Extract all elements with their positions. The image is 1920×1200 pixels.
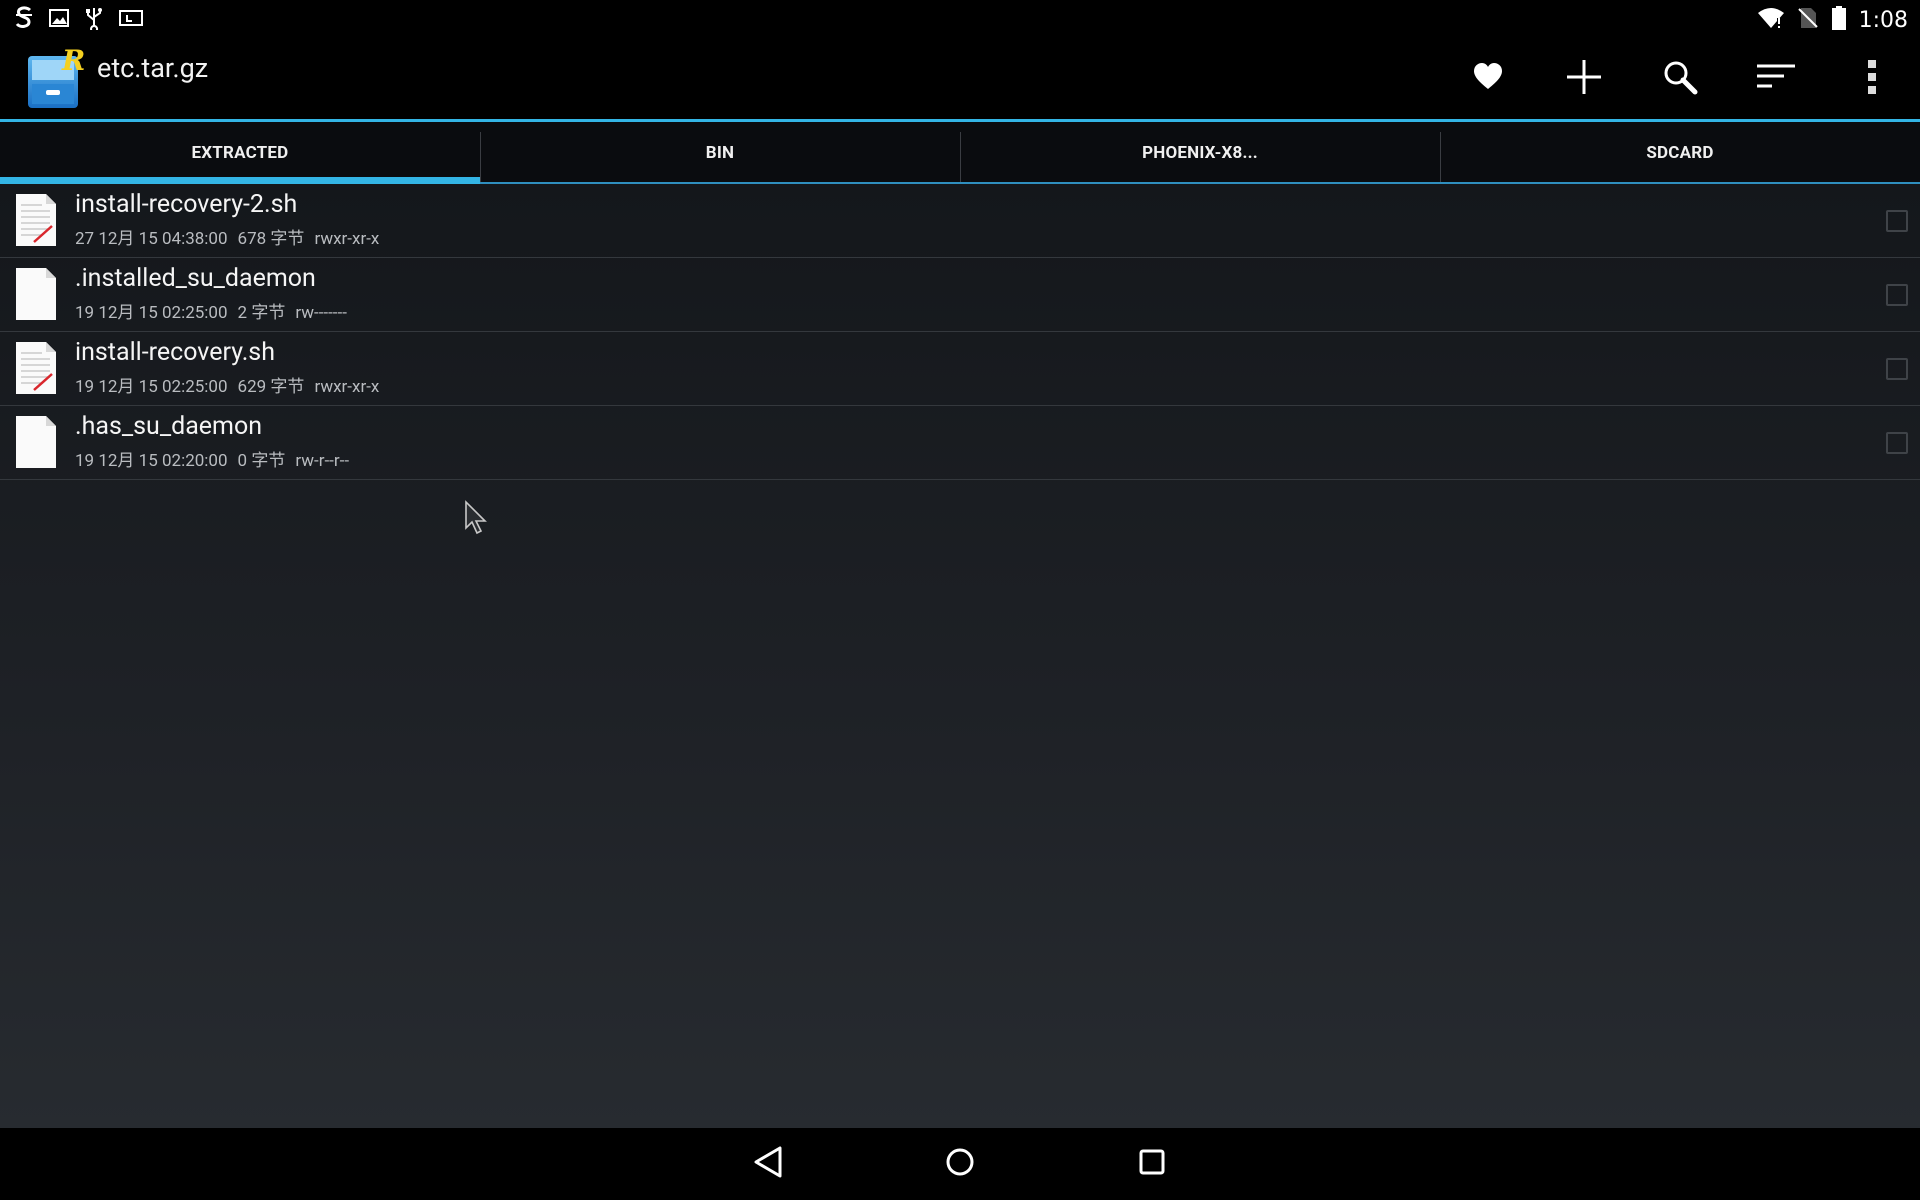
no-sim-icon bbox=[1797, 6, 1819, 34]
tab-sdcard[interactable]: SDCARD bbox=[1440, 122, 1920, 184]
svg-text:R: R bbox=[61, 46, 85, 77]
file-row[interactable]: install-recovery-2.sh 27 12月 15 04:38:00… bbox=[0, 184, 1920, 258]
tab-label: PHOENIX-X8... bbox=[1142, 143, 1258, 163]
select-checkbox[interactable] bbox=[1886, 210, 1908, 232]
usb-icon bbox=[84, 6, 104, 30]
status-bar: 1:08 bbox=[0, 0, 1920, 38]
clock: 1:08 bbox=[1858, 7, 1908, 33]
select-checkbox[interactable] bbox=[1886, 284, 1908, 306]
location-tabs: EXTRACTED BIN PHOENIX-X8... SDCARD bbox=[0, 122, 1920, 184]
script-file-icon bbox=[14, 341, 58, 395]
tab-label: EXTRACTED bbox=[191, 143, 289, 163]
script-file-icon bbox=[14, 193, 58, 247]
home-button[interactable] bbox=[926, 1134, 994, 1194]
file-name: .installed_su_daemon bbox=[75, 264, 316, 293]
overflow-menu-button[interactable] bbox=[1824, 38, 1920, 120]
file-row[interactable]: .installed_su_daemon 19 12月 15 02:25:00 2… bbox=[0, 258, 1920, 332]
status-bar-notifications bbox=[14, 6, 144, 30]
wifi-icon bbox=[1757, 6, 1785, 34]
favorite-button[interactable] bbox=[1440, 38, 1536, 120]
search-icon bbox=[1662, 59, 1698, 99]
action-bar-actions bbox=[1440, 38, 1920, 120]
tab-extracted[interactable]: EXTRACTED bbox=[0, 122, 480, 184]
file-meta: 19 12月 15 02:25:00 2 字节 rw------- bbox=[75, 303, 347, 323]
search-button[interactable] bbox=[1632, 38, 1728, 120]
select-checkbox[interactable] bbox=[1886, 358, 1908, 380]
file-list[interactable]: install-recovery-2.sh 27 12月 15 04:38:00… bbox=[0, 184, 1920, 1128]
tab-phoenix[interactable]: PHOENIX-X8... bbox=[960, 122, 1440, 184]
blank-file-icon bbox=[14, 415, 58, 469]
file-name: install-recovery-2.sh bbox=[75, 190, 298, 219]
file-name: .has_su_daemon bbox=[75, 412, 263, 441]
new-button[interactable] bbox=[1536, 38, 1632, 120]
file-meta: 27 12月 15 04:38:00 678 字节 rwxr-xr-x bbox=[75, 229, 380, 249]
file-meta: 19 12月 15 02:20:00 0 字节 rw-r--r-- bbox=[75, 451, 350, 471]
file-row[interactable]: .has_su_daemon 19 12月 15 02:20:00 0 字节 rw-… bbox=[0, 406, 1920, 480]
action-bar: R etc.tar.gz bbox=[0, 38, 1920, 120]
home-circle-icon bbox=[944, 1146, 976, 1182]
s-app-icon bbox=[14, 6, 34, 30]
heart-icon bbox=[1473, 62, 1503, 96]
battery-icon bbox=[1831, 5, 1847, 35]
mouse-cursor-icon bbox=[464, 500, 490, 540]
back-triangle-icon bbox=[752, 1145, 784, 1183]
sd-card-icon bbox=[118, 8, 144, 28]
tab-label: SDCARD bbox=[1646, 143, 1714, 163]
back-button[interactable] bbox=[734, 1134, 802, 1194]
blank-file-icon bbox=[14, 267, 58, 321]
root-explorer-icon[interactable]: R bbox=[24, 44, 86, 112]
more-vertical-icon bbox=[1866, 59, 1878, 99]
tab-label: BIN bbox=[705, 143, 735, 163]
tab-indicator bbox=[0, 177, 480, 184]
sort-icon bbox=[1756, 62, 1796, 96]
sort-button[interactable] bbox=[1728, 38, 1824, 120]
file-name: install-recovery.sh bbox=[75, 338, 275, 367]
status-bar-system: 1:08 bbox=[1757, 5, 1908, 35]
select-checkbox[interactable] bbox=[1886, 432, 1908, 454]
page-title: etc.tar.gz bbox=[97, 52, 209, 84]
recents-button[interactable] bbox=[1118, 1134, 1186, 1194]
navigation-bar bbox=[0, 1128, 1920, 1200]
file-row[interactable]: install-recovery.sh 19 12月 15 02:25:00 62… bbox=[0, 332, 1920, 406]
recents-square-icon bbox=[1137, 1147, 1167, 1181]
tab-bin[interactable]: BIN bbox=[480, 122, 960, 184]
file-meta: 19 12月 15 02:25:00 629 字节 rwxr-xr-x bbox=[75, 377, 380, 397]
plus-icon bbox=[1565, 58, 1603, 100]
image-icon bbox=[48, 7, 70, 29]
